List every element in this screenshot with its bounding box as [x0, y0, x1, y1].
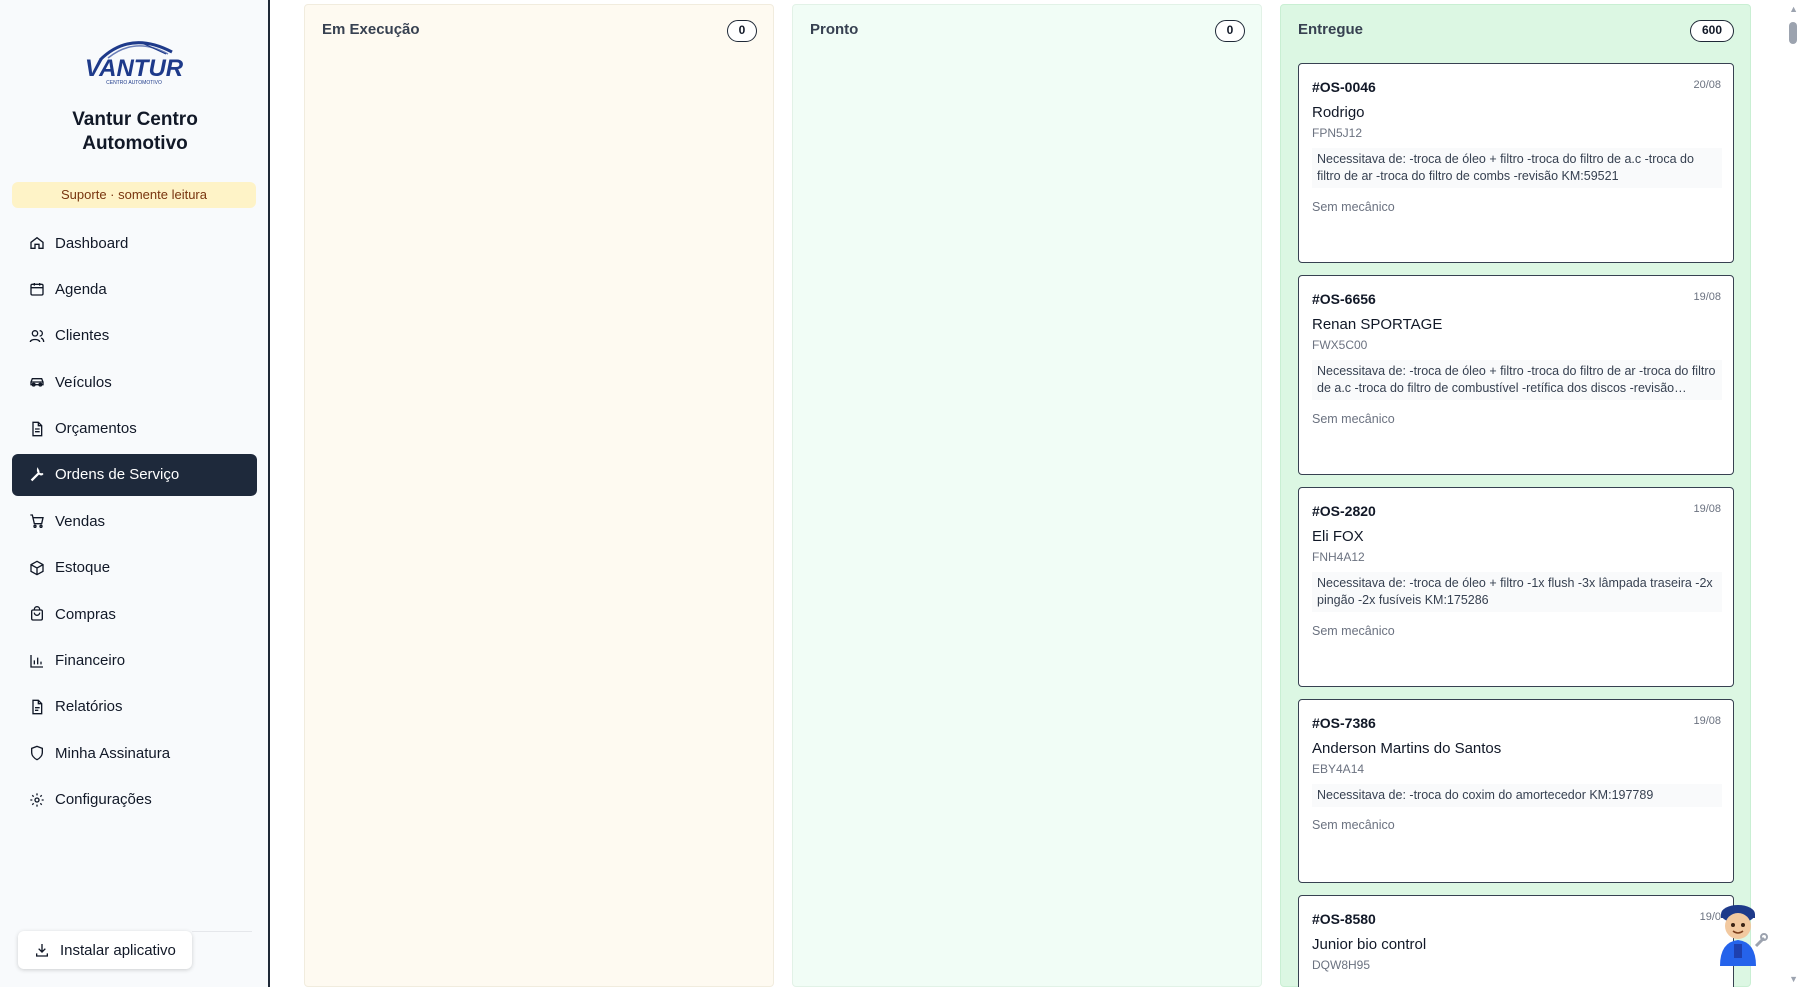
- company-name: Vantur Centro Automotivo: [72, 109, 198, 154]
- svg-text:CENTRO AUTOMOTIVO: CENTRO AUTOMOTIVO: [106, 80, 162, 86]
- sidebar-item-estoque[interactable]: Estoque: [12, 547, 257, 589]
- calendar-icon: [29, 281, 45, 297]
- order-id: #OS-0046: [1312, 79, 1376, 95]
- order-id: #OS-8580: [1312, 911, 1376, 927]
- download-icon: [34, 942, 50, 958]
- sidebar-item-agenda[interactable]: Agenda: [12, 268, 257, 310]
- column-title: Em Execução: [322, 21, 420, 38]
- mechanic-label: Sem mecânico: [1312, 624, 1395, 638]
- column-pronto: Pronto 0: [792, 4, 1262, 987]
- client-name: Junior bio control: [1312, 936, 1427, 953]
- column-title: Pronto: [810, 21, 859, 38]
- sidebar-item-label: Financeiro: [55, 652, 126, 670]
- column-count-badge: 0: [727, 20, 757, 42]
- support-readonly-badge: Suporte · somente leitura: [12, 182, 256, 208]
- vehicle-plate: DQW8H95: [1312, 958, 1371, 972]
- cart-icon: [29, 513, 45, 529]
- scroll-up-arrow-icon[interactable]: ▲: [1789, 4, 1798, 14]
- sidebar-item-clientes[interactable]: Clientes: [12, 315, 257, 357]
- order-description: Necessitava de: -troca do coxim do amort…: [1312, 784, 1722, 807]
- sidebar-item-dashboard[interactable]: Dashboard: [12, 222, 257, 264]
- shield-icon: [29, 745, 45, 761]
- sidebar-item-veiculos[interactable]: Veículos: [12, 361, 257, 403]
- install-app-label: Instalar aplicativo: [60, 941, 176, 959]
- bar-chart-icon: [29, 653, 45, 669]
- client-name: Anderson Martins do Santos: [1312, 740, 1502, 757]
- sidebar-item-label: Orçamentos: [55, 420, 137, 438]
- vehicle-plate: FWX5C00: [1312, 338, 1368, 352]
- sidebar-item-label: Compras: [55, 605, 116, 623]
- order-date: 19/08: [1693, 291, 1721, 303]
- home-icon: [29, 235, 45, 251]
- sidebar-item-label: Veículos: [55, 373, 112, 391]
- order-id: #OS-7386: [1312, 715, 1376, 731]
- order-description: Necessitava de: -troca de óleo + filtro …: [1312, 572, 1722, 612]
- column-count-badge: 600: [1690, 20, 1734, 42]
- install-app-button[interactable]: Instalar aplicativo: [18, 931, 192, 969]
- page-scrollbar[interactable]: ▲ ▼: [1786, 0, 1800, 987]
- sidebar-item-label: Relatórios: [55, 698, 123, 716]
- order-description: Necessitava de: -troca de óleo + filtro …: [1312, 148, 1722, 188]
- svg-text:VANTUR: VANTUR: [85, 55, 184, 82]
- sidebar-item-financeiro[interactable]: Financeiro: [12, 640, 257, 682]
- scroll-thumb[interactable]: [1789, 22, 1797, 44]
- sidebar-item-label: Configurações: [55, 791, 152, 809]
- sidebar-item-label: Minha Assinatura: [55, 744, 171, 762]
- wrench-icon: [29, 467, 45, 483]
- service-order-card[interactable]: #OS-0046 20/08 Rodrigo FPN5J12 Necessita…: [1298, 63, 1734, 263]
- order-description: Necessitava de: -troca de óleo + filtro …: [1312, 360, 1722, 400]
- sidebar-item-label: Clientes: [55, 327, 110, 345]
- vehicle-plate: FNH4A12: [1312, 550, 1365, 564]
- sidebar-nav: Dashboard Agenda Clientes Veículos Orçam…: [12, 222, 257, 825]
- service-order-card[interactable]: #OS-2820 19/08 Eli FOX FNH4A12 Necessita…: [1298, 487, 1734, 687]
- order-date: 20/08: [1693, 79, 1721, 91]
- sidebar-item-configuracoes[interactable]: Configurações: [12, 779, 257, 821]
- column-title: Entregue: [1298, 21, 1364, 38]
- sidebar-item-compras[interactable]: Compras: [12, 593, 257, 635]
- scroll-down-arrow-icon[interactable]: ▼: [1789, 974, 1798, 984]
- column-count-badge: 0: [1215, 20, 1245, 42]
- service-order-card[interactable]: #OS-6656 19/08 Renan SPORTAGE FWX5C00 Ne…: [1298, 275, 1734, 475]
- car-icon: [29, 374, 45, 390]
- service-order-card[interactable]: #OS-8580 19/0 Junior bio control DQW8H95: [1298, 895, 1734, 987]
- mechanic-label: Sem mecânico: [1312, 200, 1395, 214]
- sidebar-item-label: Agenda: [55, 280, 107, 298]
- sidebar-item-label: Ordens de Serviço: [55, 466, 180, 484]
- sidebar-item-label: Estoque: [55, 559, 111, 577]
- client-name: Renan SPORTAGE: [1312, 316, 1443, 333]
- file-text-icon: [29, 421, 45, 437]
- order-id: #OS-6656: [1312, 291, 1376, 307]
- sidebar-item-minha-assinatura[interactable]: Minha Assinatura: [12, 732, 257, 774]
- sidebar-item-relatorios[interactable]: Relatórios: [12, 686, 257, 728]
- column-em-execucao: Em Execução 0: [304, 4, 774, 987]
- sidebar-item-ordens-de-servico[interactable]: Ordens de Serviço: [12, 453, 257, 496]
- order-date: 19/08: [1693, 715, 1721, 727]
- report-icon: [29, 699, 45, 715]
- order-id: #OS-2820: [1312, 503, 1376, 519]
- install-divider: [192, 931, 252, 969]
- package-icon: [29, 560, 45, 576]
- service-order-card[interactable]: #OS-7386 19/08 Anderson Martins do Santo…: [1298, 699, 1734, 883]
- mechanic-mascot-assistant[interactable]: [1708, 900, 1768, 966]
- sidebar: VANTUR CENTRO AUTOMOTIVO Vantur Centro A…: [0, 0, 270, 987]
- gear-icon: [29, 792, 45, 808]
- client-name: Eli FOX: [1312, 528, 1364, 545]
- vehicle-plate: FPN5J12: [1312, 126, 1363, 140]
- users-icon: [29, 328, 45, 344]
- shopping-bag-icon: [29, 606, 45, 622]
- sidebar-item-label: Dashboard: [55, 234, 129, 252]
- mechanic-label: Sem mecânico: [1312, 818, 1395, 832]
- vehicle-plate: EBY4A14: [1312, 762, 1365, 776]
- sidebar-item-orcamentos[interactable]: Orçamentos: [12, 408, 257, 450]
- order-date: 19/08: [1693, 503, 1721, 515]
- sidebar-item-label: Vendas: [55, 512, 106, 530]
- vantur-logo[interactable]: VANTUR CENTRO AUTOMOTIVO: [80, 34, 188, 86]
- sidebar-item-vendas[interactable]: Vendas: [12, 500, 257, 542]
- column-entregue: Entregue 600 #OS-0046 20/08 Rodrigo FPN5…: [1280, 4, 1751, 987]
- mechanic-label: Sem mecânico: [1312, 412, 1395, 426]
- client-name: Rodrigo: [1312, 104, 1365, 121]
